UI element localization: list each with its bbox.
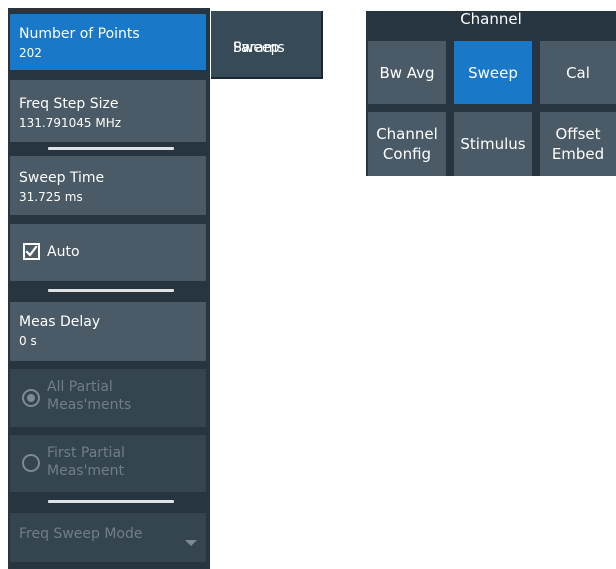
all-partial-line1: All Partial [47, 379, 113, 395]
checkbox-checked-icon[interactable] [23, 243, 40, 260]
sweep-params-tab[interactable]: Sweep Params [211, 11, 323, 79]
meas-delay-value: 0 s [19, 334, 37, 348]
freq-step-size-value: 131.791045 MHz [19, 116, 122, 130]
freq-step-size-label: Freq Step Size [19, 96, 119, 112]
freq-sweep-mode-dropdown[interactable]: Freq Sweep Mode [10, 513, 206, 562]
tab-line2: Params [233, 40, 285, 56]
radio-selected-icon [22, 389, 40, 407]
number-of-points-value: 202 [19, 46, 42, 60]
first-partial-measurement-radio[interactable]: First Partial Meas'ment [10, 435, 206, 492]
stimulus-label: Stimulus [460, 135, 526, 153]
first-partial-line1: First Partial [47, 445, 125, 461]
channel-config-line1: Channel [376, 125, 438, 143]
number-of-points-label: Number of Points [19, 26, 140, 42]
sweep-button[interactable]: Sweep [454, 41, 532, 104]
all-partial-line2: Meas'ments [47, 397, 132, 413]
auto-label: Auto [47, 244, 80, 260]
dropdown-arrow-icon [185, 540, 197, 546]
radio-unselected-icon [22, 454, 40, 472]
meas-delay-label: Meas Delay [19, 314, 101, 330]
offset-embed-line1: Offset [555, 125, 601, 143]
bw-avg-button[interactable]: Bw Avg [368, 41, 446, 104]
channel-menu: Channel Bw Avg Sweep Cal Channel Config … [366, 11, 616, 176]
channel-menu-title: Channel [460, 10, 522, 28]
first-partial-line2: Meas'ment [47, 463, 125, 479]
cal-label: Cal [566, 63, 590, 82]
separator [48, 289, 174, 292]
sweep-time-label: Sweep Time [19, 170, 105, 186]
channel-config-line2: Config [382, 145, 432, 163]
stimulus-button[interactable]: Stimulus [454, 112, 532, 176]
freq-sweep-mode-label: Freq Sweep Mode [19, 526, 143, 542]
sweep-params-panel: Number of Points 202 Freq Step Size 131.… [8, 8, 210, 569]
sweep-time-button[interactable]: Sweep Time 31.725 ms [10, 156, 206, 215]
cal-button[interactable]: Cal [540, 41, 616, 104]
sweep-time-value: 31.725 ms [19, 190, 83, 204]
separator [48, 147, 174, 150]
meas-delay-button[interactable]: Meas Delay 0 s [10, 302, 206, 361]
sweep-label: Sweep [468, 63, 518, 82]
offset-embed-button[interactable]: Offset Embed [540, 112, 616, 176]
all-partial-measurements-radio[interactable]: All Partial Meas'ments [10, 369, 206, 427]
bw-avg-label: Bw Avg [379, 63, 435, 82]
number-of-points-button[interactable]: Number of Points 202 [10, 14, 206, 70]
channel-config-button[interactable]: Channel Config [368, 112, 446, 176]
offset-embed-line2: Embed [551, 145, 605, 163]
separator [48, 500, 174, 503]
freq-step-size-button[interactable]: Freq Step Size 131.791045 MHz [10, 80, 206, 142]
auto-checkbox-button[interactable]: Auto [10, 224, 206, 281]
